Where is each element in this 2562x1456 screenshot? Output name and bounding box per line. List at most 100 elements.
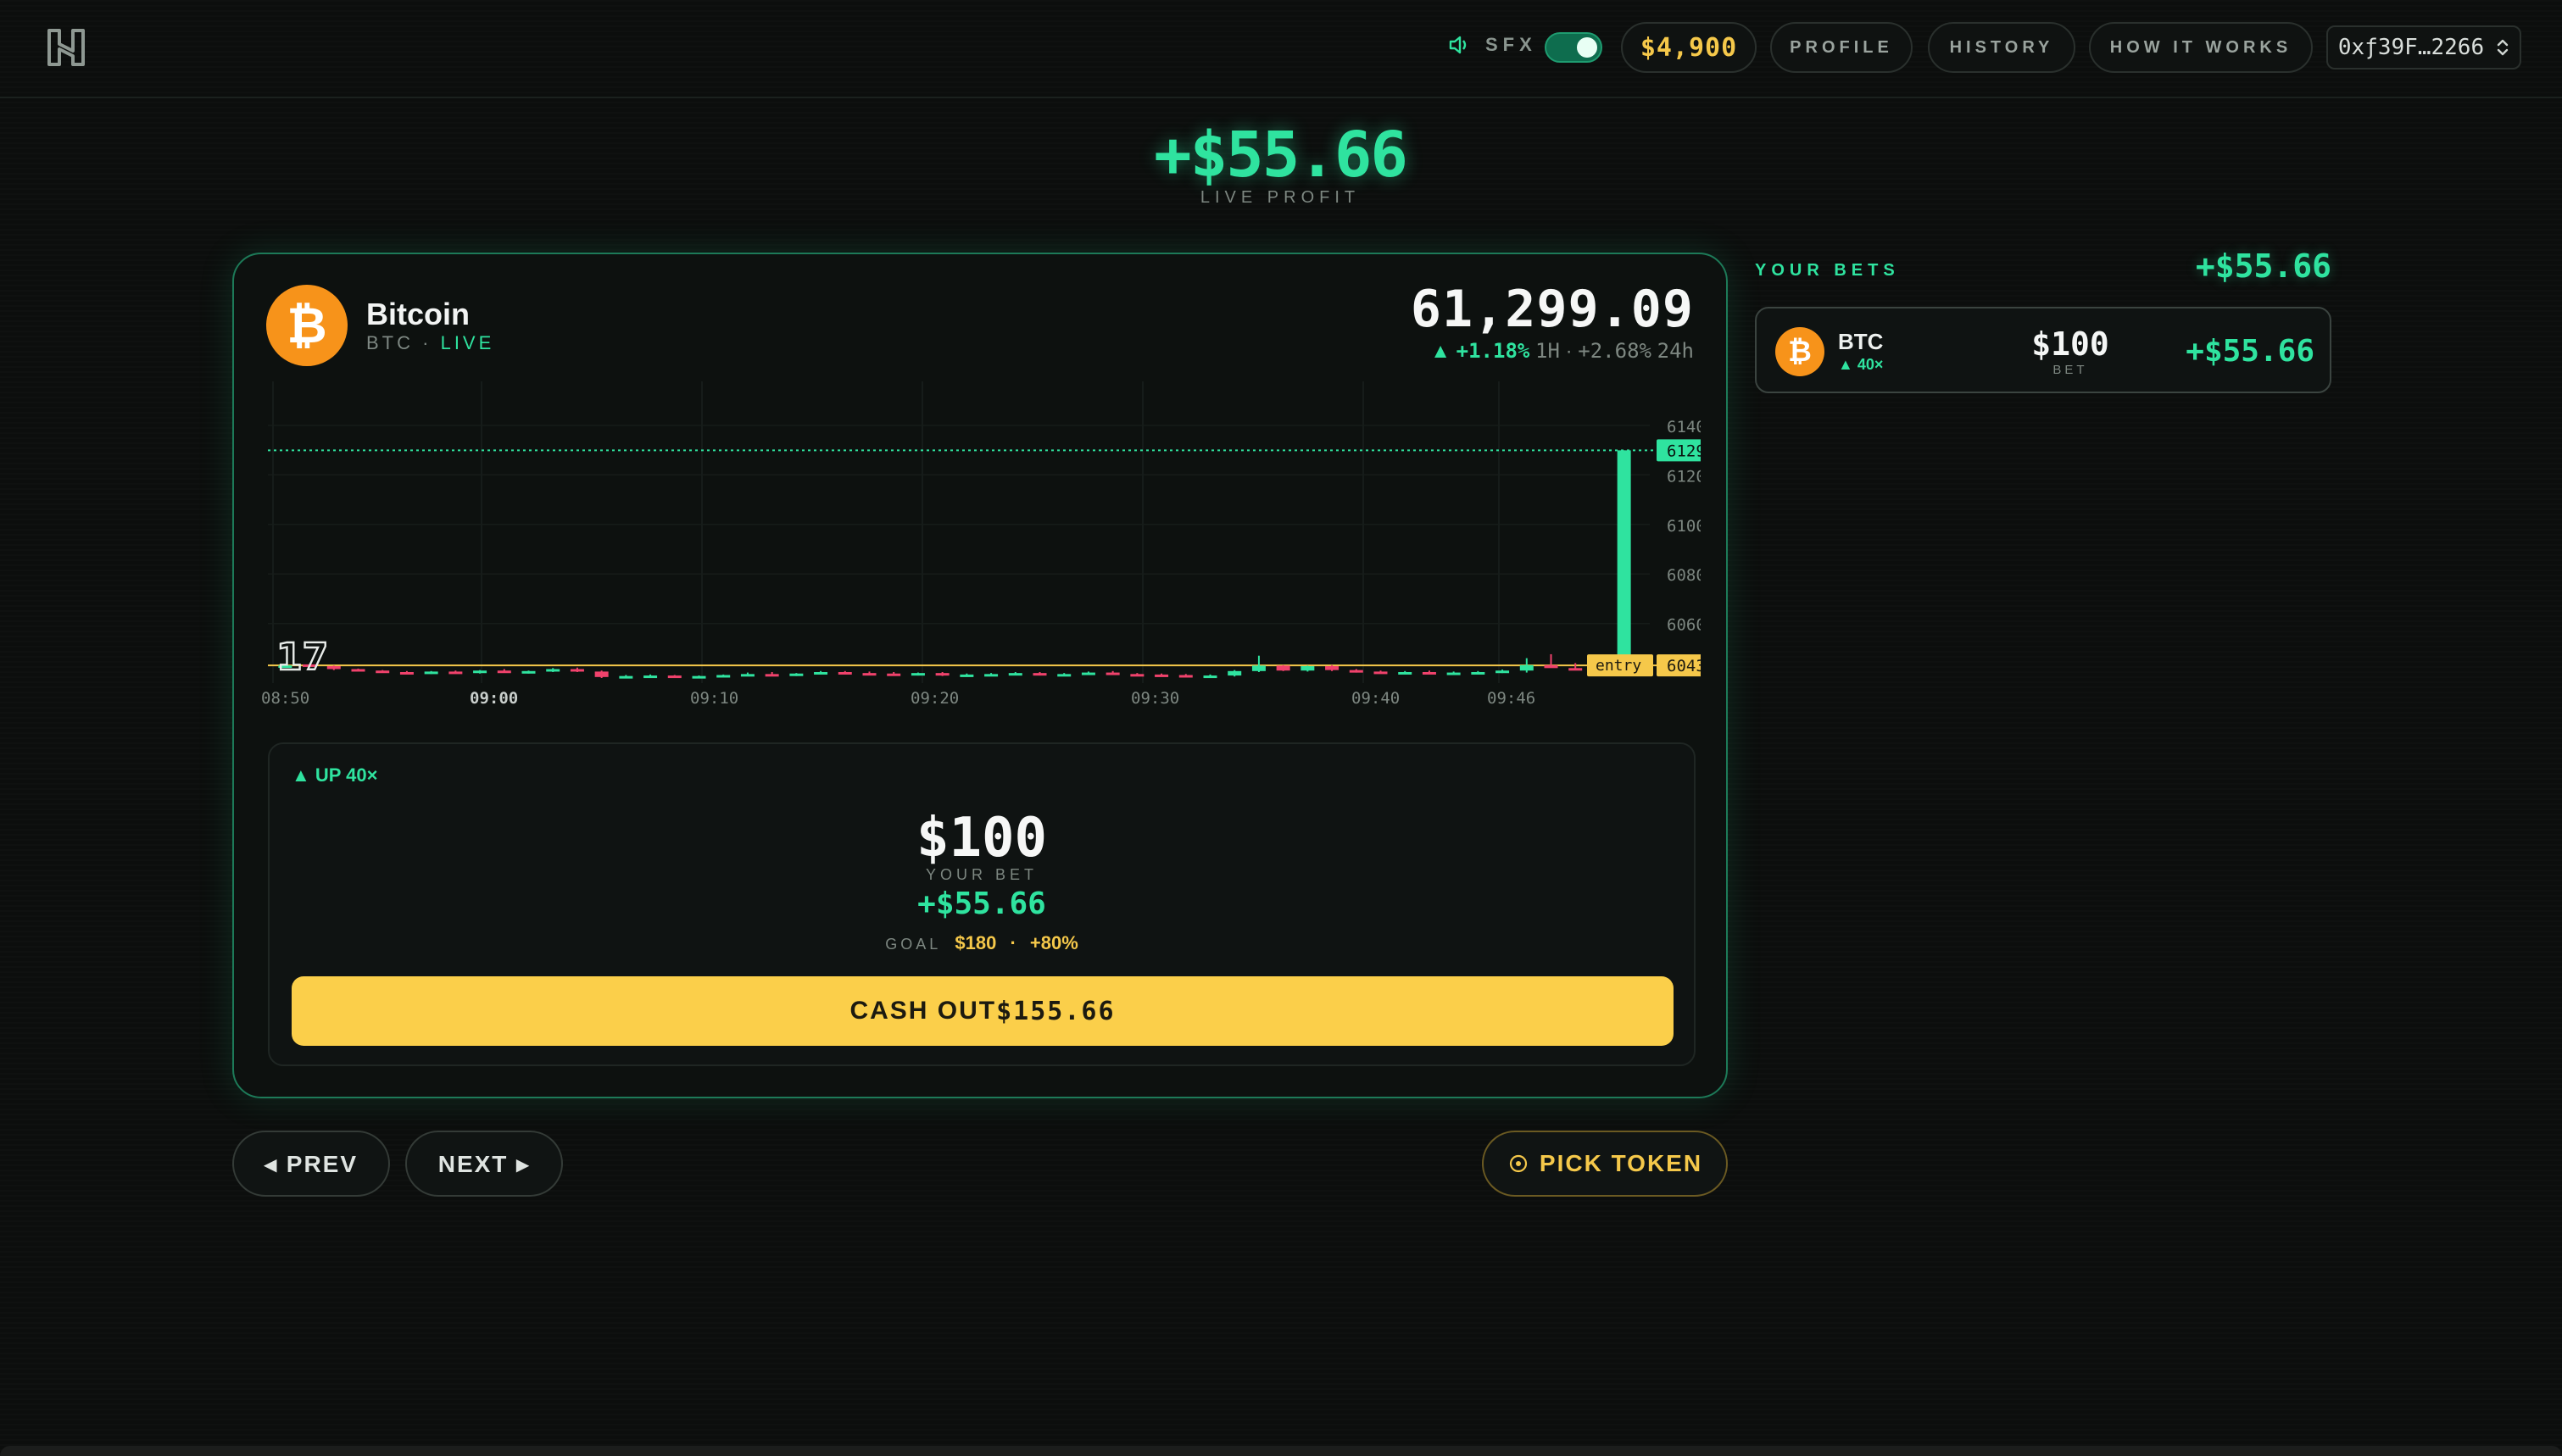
candle-body xyxy=(1446,672,1461,675)
candle-body xyxy=(1203,675,1217,679)
bet-item-amount: $100 xyxy=(2031,325,2109,363)
candle-body xyxy=(984,674,999,677)
bet-item-profit: +$55.66 xyxy=(2186,334,2314,369)
candle-body xyxy=(765,674,779,677)
entry-price-label: 60431.00 xyxy=(1667,657,1701,675)
candle-body xyxy=(1568,668,1583,671)
up-arrow-icon: ▲ xyxy=(292,764,315,786)
change-1h-value: +1.18% xyxy=(1456,339,1530,363)
bet-item-symbol: BTC xyxy=(1838,329,1884,354)
cash-out-label: CASH OUT xyxy=(849,997,997,1025)
pick-token-button[interactable]: PICK TOKEN xyxy=(1482,1131,1728,1197)
candle-body xyxy=(1325,665,1339,670)
bet-amount: $100 xyxy=(916,807,1048,870)
candle-body xyxy=(1228,670,1242,676)
speaker-icon xyxy=(1449,36,1467,54)
candle-body xyxy=(1106,672,1120,675)
candle-body xyxy=(1081,672,1095,675)
cash-out-value: $155.66 xyxy=(996,996,1116,1026)
bet-goal: GOAL $180 · +80% xyxy=(270,932,1694,954)
token-price: 61,299.09 xyxy=(1410,280,1694,339)
bet-direction-label: UP 40× xyxy=(315,764,378,786)
candle-body xyxy=(643,675,658,679)
candle-body xyxy=(1617,450,1631,669)
candle-body xyxy=(1178,675,1193,678)
candle-body xyxy=(448,671,463,675)
next-button[interactable]: NEXT ▸ xyxy=(405,1131,563,1197)
nav-profile-button[interactable]: PROFILE xyxy=(1770,22,1913,73)
candle-body xyxy=(740,674,755,677)
nav-how-it-works-button[interactable]: HOW IT WORKS xyxy=(2089,22,2313,73)
change-24h-label: 24h xyxy=(1657,339,1694,363)
nav-history-button[interactable]: HISTORY xyxy=(1928,22,2075,73)
candle-body xyxy=(1130,674,1145,677)
candle-body xyxy=(814,671,828,675)
y-tick-label: 61200.00 xyxy=(1667,467,1701,486)
x-tick-label: 09:20 xyxy=(911,689,959,708)
bet-panel: ▲ UP 40× $100 YOUR BET +$55.66 GOAL $180… xyxy=(268,742,1696,1066)
toggle-knob xyxy=(1577,37,1597,58)
candle-body xyxy=(1251,665,1266,671)
sfx-toggle[interactable] xyxy=(1545,32,1602,63)
wallet-address: 0xƒ39F…2266 xyxy=(2337,35,2485,60)
goal-separator: · xyxy=(1010,932,1016,953)
x-tick-label: 09:00 xyxy=(470,689,518,708)
bitcoin-icon: ₿ xyxy=(266,285,348,366)
candle-body xyxy=(1033,673,1047,676)
y-tick-label: 61000.00 xyxy=(1667,517,1701,536)
candle-body xyxy=(326,665,341,670)
separator-dot: · xyxy=(422,332,441,353)
bet-list-item[interactable]: ₿ BTC ▲ 40× $100 BET +$55.66 xyxy=(1755,307,2331,393)
change-24h-value: +2.68% xyxy=(1578,339,1651,363)
bet-direction: ▲ UP 40× xyxy=(292,764,378,786)
candle-body xyxy=(1544,664,1558,669)
candle-body xyxy=(521,670,536,674)
change-1h-label: 1H xyxy=(1535,339,1560,363)
app-logo-icon[interactable] xyxy=(44,25,88,69)
candle-body xyxy=(935,673,950,676)
candle-body xyxy=(716,675,731,678)
candle-body xyxy=(1471,671,1485,675)
x-tick-label: 09:30 xyxy=(1131,689,1179,708)
goal-percent: +80% xyxy=(1029,932,1078,953)
x-tick-label: 09:46 xyxy=(1487,689,1535,708)
x-tick-label: 09:10 xyxy=(690,689,738,708)
bottom-edge xyxy=(0,1446,2562,1456)
candle-body xyxy=(887,673,901,676)
candle-body xyxy=(1398,671,1412,675)
balance-display: $4,900 xyxy=(1621,22,1757,73)
candle-body xyxy=(1349,670,1363,673)
candle-body xyxy=(1155,674,1169,677)
target-icon xyxy=(1509,1154,1528,1173)
separator-dot: · xyxy=(1565,340,1579,363)
candle-body xyxy=(789,673,804,676)
candle-body xyxy=(911,673,925,676)
cash-out-button[interactable]: CASH OUT $155.66 xyxy=(292,976,1674,1046)
y-tick-label: 61400.00 xyxy=(1667,418,1701,436)
x-tick-label: 08:50 xyxy=(261,689,309,708)
candle-body xyxy=(1495,670,1510,674)
candle-body xyxy=(1300,665,1315,671)
candle-body xyxy=(960,674,974,677)
bet-profit: +$55.66 xyxy=(917,886,1046,921)
candle-body xyxy=(546,669,560,672)
your-bets-title: YOUR BETS xyxy=(1755,261,1900,280)
candle-body xyxy=(1057,674,1072,677)
y-tick-label: 60800.00 xyxy=(1667,566,1701,585)
goal-value: $180 xyxy=(955,932,997,953)
candle-body xyxy=(376,670,390,674)
candle-body xyxy=(838,671,852,675)
bet-item-leverage: ▲ 40× xyxy=(1838,356,1883,374)
candle-body xyxy=(570,669,584,672)
prev-button[interactable]: ◂ PREV xyxy=(232,1131,390,1197)
token-name: Bitcoin xyxy=(366,297,470,331)
wallet-selector[interactable]: 0xƒ39F…2266 xyxy=(2326,25,2521,69)
candle-body xyxy=(692,675,706,679)
candle-body xyxy=(1519,664,1534,671)
candle-body xyxy=(424,671,438,675)
top-bar: SFX $4,900 PROFILE HISTORY HOW IT WORKS … xyxy=(0,0,2562,98)
x-tick-label: 09:40 xyxy=(1351,689,1400,708)
candle-body xyxy=(1422,671,1436,675)
candle-body xyxy=(619,675,633,679)
live-profit: +$55.66 LIVE PROFIT xyxy=(1017,119,1543,208)
